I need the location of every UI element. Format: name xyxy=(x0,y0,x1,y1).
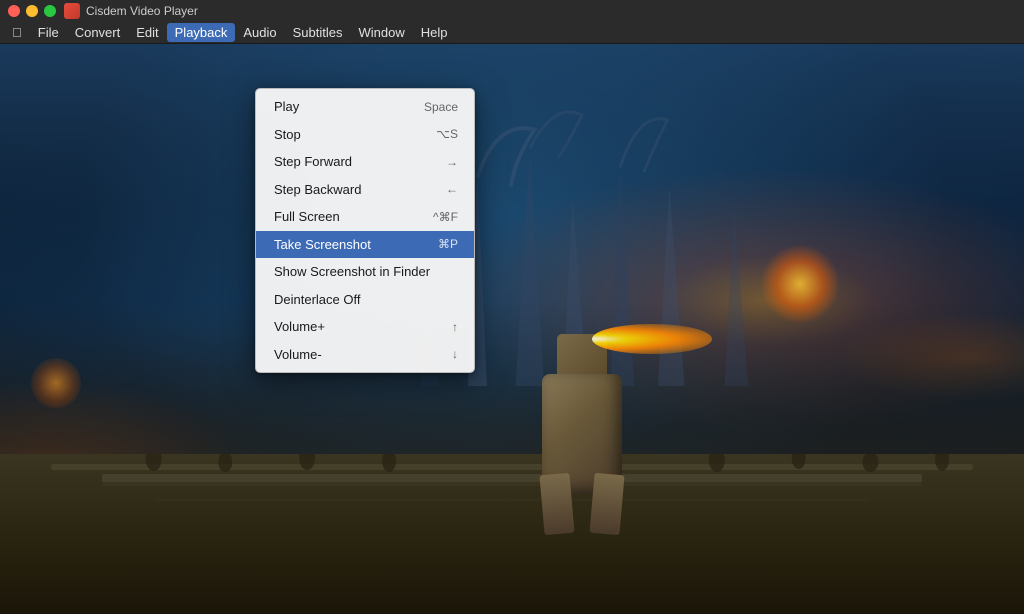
close-button[interactable] xyxy=(8,5,20,17)
menu-item-full-screen[interactable]: Full Screen ^⌘F xyxy=(256,203,474,231)
menu-file[interactable]: File xyxy=(30,23,67,42)
mech-figure xyxy=(482,254,682,534)
show-screenshot-label: Show Screenshot in Finder xyxy=(274,262,438,282)
menu-item-deinterlace[interactable]: Deinterlace Off xyxy=(256,286,474,314)
menu-convert[interactable]: Convert xyxy=(67,23,129,42)
menu-item-step-forward[interactable]: Step Forward → xyxy=(256,148,474,176)
playback-menu: Play Space Stop ⌥S Step Forward → Step B… xyxy=(255,88,475,373)
video-background xyxy=(0,44,1024,614)
traffic-lights xyxy=(0,5,56,17)
muzzle-flash xyxy=(592,324,712,354)
play-shortcut: Space xyxy=(424,98,458,116)
full-screen-label: Full Screen xyxy=(274,207,413,227)
step-backward-shortcut: ← xyxy=(446,180,458,198)
mech-leg-left xyxy=(539,473,574,535)
video-area: Play Space Stop ⌥S Step Forward → Step B… xyxy=(0,44,1024,614)
menu-item-volume-down[interactable]: Volume- ↓ xyxy=(256,341,474,369)
volume-up-shortcut: ↑ xyxy=(452,318,458,336)
step-forward-label: Step Forward xyxy=(274,152,426,172)
menu-item-volume-up[interactable]: Volume+ ↑ xyxy=(256,313,474,341)
menu-window[interactable]: Window xyxy=(351,23,413,42)
menu-edit[interactable]: Edit xyxy=(128,23,166,42)
maximize-button[interactable] xyxy=(44,5,56,17)
minimize-button[interactable] xyxy=(26,5,38,17)
fire-left xyxy=(31,358,81,408)
menu-apple[interactable]:  xyxy=(4,23,30,42)
deinterlace-label: Deinterlace Off xyxy=(274,290,438,310)
menubar:  File Convert Edit Playback Audio Subti… xyxy=(0,22,1024,44)
step-backward-label: Step Backward xyxy=(274,180,426,200)
explosion-right xyxy=(760,244,840,324)
app-icon xyxy=(64,3,80,19)
mech-legs xyxy=(532,474,632,534)
volume-up-label: Volume+ xyxy=(274,317,432,337)
menu-help[interactable]: Help xyxy=(413,23,456,42)
menu-item-play[interactable]: Play Space xyxy=(256,93,474,121)
menu-item-show-screenshot[interactable]: Show Screenshot in Finder xyxy=(256,258,474,286)
step-forward-shortcut: → xyxy=(446,153,458,171)
titlebar: Cisdem Video Player xyxy=(0,0,1024,22)
play-label: Play xyxy=(274,97,404,117)
stop-shortcut: ⌥S xyxy=(436,125,458,143)
full-screen-shortcut: ^⌘F xyxy=(433,208,458,226)
take-screenshot-label: Take Screenshot xyxy=(274,235,418,255)
volume-down-label: Volume- xyxy=(274,345,432,365)
menu-audio[interactable]: Audio xyxy=(235,23,284,42)
menu-subtitles[interactable]: Subtitles xyxy=(285,23,351,42)
app-title: Cisdem Video Player xyxy=(86,4,198,18)
stop-label: Stop xyxy=(274,125,416,145)
menu-item-take-screenshot[interactable]: Take Screenshot ⌘P xyxy=(256,231,474,259)
menu-item-step-backward[interactable]: Step Backward ← xyxy=(256,176,474,204)
menu-item-stop[interactable]: Stop ⌥S xyxy=(256,121,474,149)
take-screenshot-shortcut: ⌘P xyxy=(438,235,458,253)
volume-down-shortcut: ↓ xyxy=(452,345,458,363)
menu-playback[interactable]: Playback xyxy=(167,23,236,42)
mech-leg-right xyxy=(589,473,624,535)
